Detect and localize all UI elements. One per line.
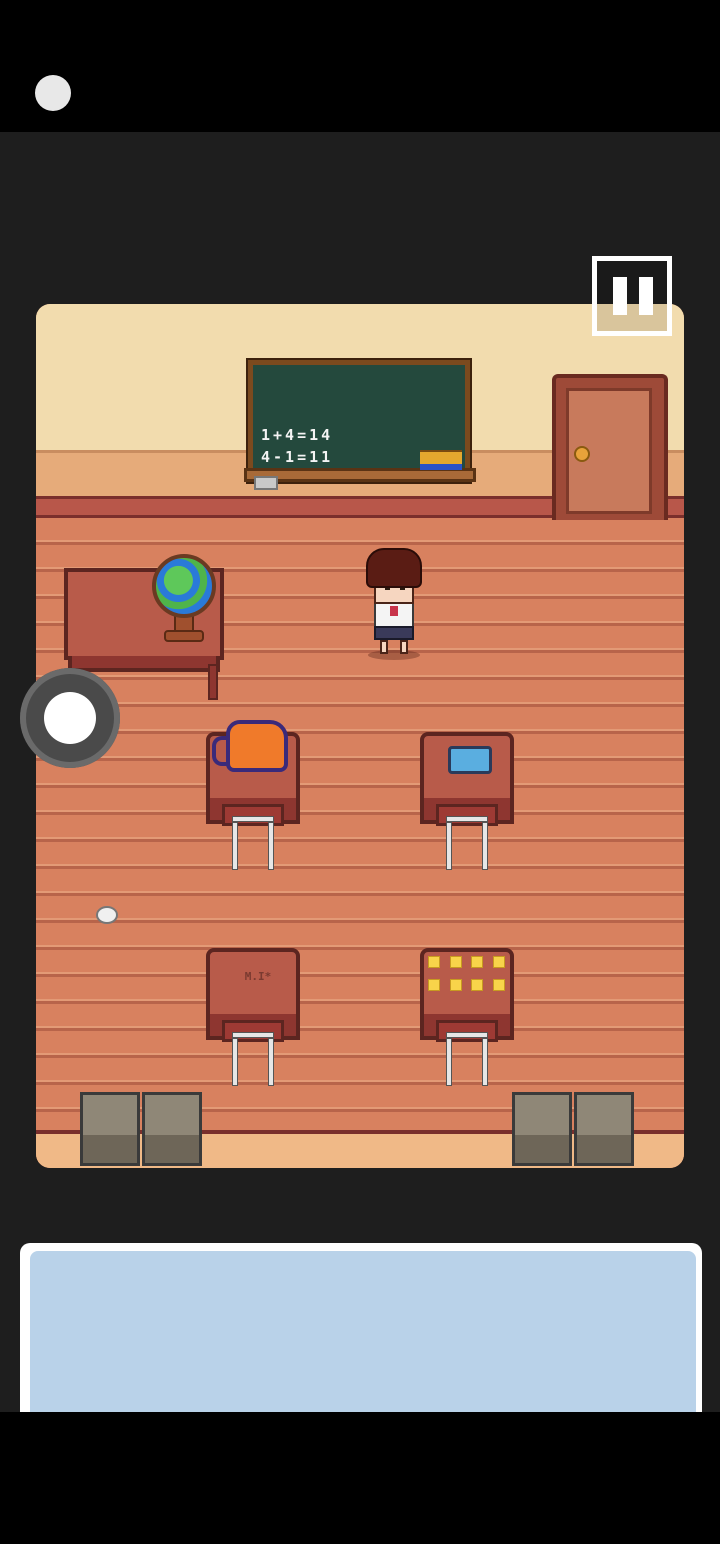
books-icon[interactable] — [420, 450, 462, 470]
chair-icon — [436, 804, 498, 870]
camera-dot-icon — [35, 75, 71, 111]
locker-right-2[interactable] — [574, 1092, 634, 1166]
message-box-inner[interactable] — [30, 1251, 696, 1412]
pause-button[interactable] — [592, 256, 672, 336]
character-shadow — [368, 650, 420, 660]
globe-base — [164, 630, 204, 642]
dot-pattern-icon[interactable] — [428, 956, 508, 996]
chair-icon — [222, 804, 284, 870]
eraser-icon[interactable] — [254, 476, 278, 490]
student-desk-3[interactable] — [206, 948, 300, 1020]
character-ribbon — [390, 606, 398, 616]
door-knob-icon[interactable] — [574, 446, 590, 462]
status-bar — [0, 0, 720, 132]
backpack-icon[interactable] — [226, 720, 288, 772]
pause-icon-bar — [639, 277, 653, 315]
locker-left-1[interactable] — [80, 1092, 140, 1166]
chair-icon — [222, 1020, 284, 1086]
character-leg — [400, 640, 408, 654]
character-skirt — [374, 626, 414, 640]
player-character[interactable] — [366, 548, 422, 588]
joystick-knob[interactable] — [44, 692, 96, 744]
desk-scribble[interactable]: M.I* — [220, 970, 296, 983]
character-leg — [380, 640, 388, 654]
chair-icon — [436, 1020, 498, 1086]
chalk-ledge — [244, 468, 476, 482]
teacher-desk-leg — [208, 664, 218, 700]
chalkboard-line-1: 1+4=14 — [261, 426, 334, 444]
pause-icon — [613, 277, 627, 315]
tablet-icon[interactable] — [448, 746, 492, 774]
paper-ball-icon[interactable] — [96, 906, 118, 924]
globe-icon[interactable] — [152, 554, 216, 618]
chalkboard-line-2: 4-1=11 — [261, 448, 334, 466]
locker-right-1[interactable] — [512, 1092, 572, 1166]
classroom-scene[interactable]: 1+4=14 4-1=11 M.I* — [36, 304, 684, 1168]
navigation-bar — [0, 1412, 720, 1544]
locker-left-2[interactable] — [142, 1092, 202, 1166]
teacher-desk-front — [68, 656, 220, 672]
